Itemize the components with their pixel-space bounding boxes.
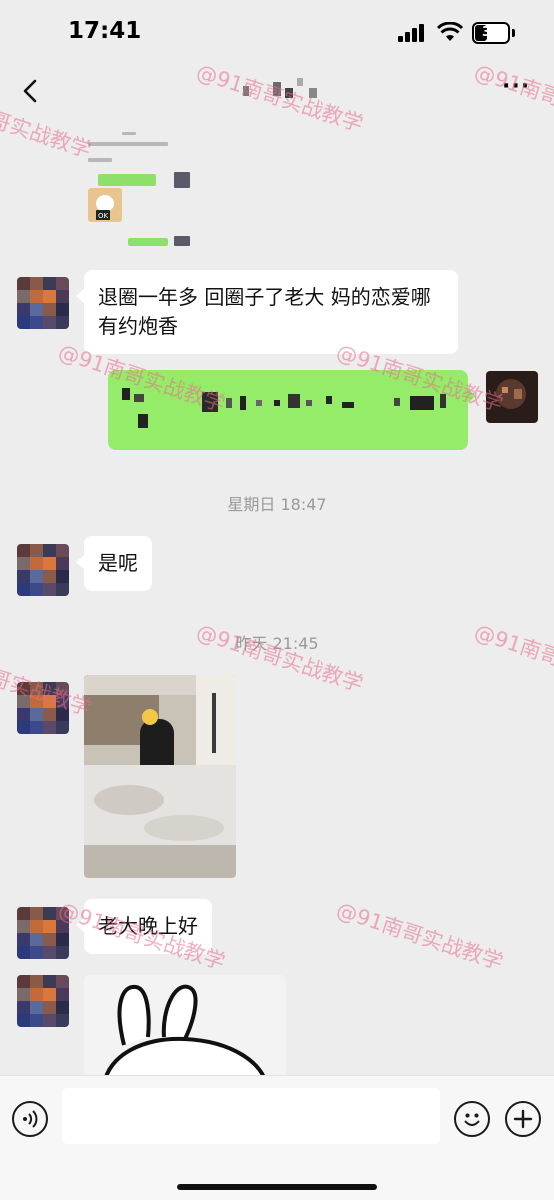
contact-avatar[interactable] — [17, 907, 69, 959]
emoji-sticker-icon — [142, 709, 158, 725]
message-bubble-pixelated[interactable] — [108, 370, 476, 450]
timestamp: 星期日 18:47 — [227, 495, 327, 514]
watermark: @91南哥实战教学 — [333, 897, 506, 975]
photo-message[interactable] — [84, 675, 236, 878]
voice-icon — [23, 1110, 38, 1128]
signal-icon — [398, 24, 426, 42]
message-bubble[interactable]: 是呢 — [76, 536, 152, 591]
contact-avatar[interactable] — [17, 277, 69, 329]
contact-avatar[interactable] — [17, 975, 69, 1027]
rabbit-sticker-icon — [102, 984, 268, 1085]
battery-level: 34 — [481, 25, 501, 40]
contact-avatar[interactable] — [17, 544, 69, 596]
wifi-icon — [437, 22, 463, 41]
timestamp: 昨天 21:45 — [235, 634, 319, 653]
rabbit-sticker-message[interactable] — [84, 975, 286, 1085]
home-indicator — [177, 1184, 377, 1190]
emoji-icon — [464, 1113, 480, 1126]
dog-ok-label: OK — [96, 212, 111, 220]
message-bubble[interactable]: 老大晚上好 — [76, 899, 212, 954]
my-avatar[interactable] — [486, 371, 538, 423]
chevron-left-icon — [23, 79, 37, 103]
back-button[interactable] — [14, 74, 48, 108]
plus-button[interactable] — [505, 1101, 541, 1137]
nav-bar: ··· — [0, 66, 554, 116]
dog-sticker-icon: OK — [88, 188, 122, 222]
message-bubble[interactable]: 退圈一年多 回圈子了老大 妈的恋爱哪有约炮香 — [76, 270, 458, 354]
input-bar — [0, 1075, 554, 1200]
voice-button[interactable] — [12, 1101, 48, 1137]
status-time: 17:41 — [68, 18, 142, 44]
quoted-screenshot-message[interactable]: OK — [84, 128, 196, 248]
status-bar: 17:41 34 — [0, 0, 554, 66]
plus-icon — [513, 1109, 533, 1129]
watermark: @91南哥实战教学 — [471, 619, 554, 697]
chat-title-pixelated — [235, 78, 335, 102]
more-button[interactable]: ··· — [502, 76, 538, 100]
emoji-button[interactable] — [454, 1101, 490, 1137]
battery-tip — [512, 29, 515, 37]
contact-avatar[interactable] — [17, 682, 69, 734]
message-input[interactable] — [62, 1088, 440, 1144]
battery-icon: 34 — [472, 22, 510, 44]
